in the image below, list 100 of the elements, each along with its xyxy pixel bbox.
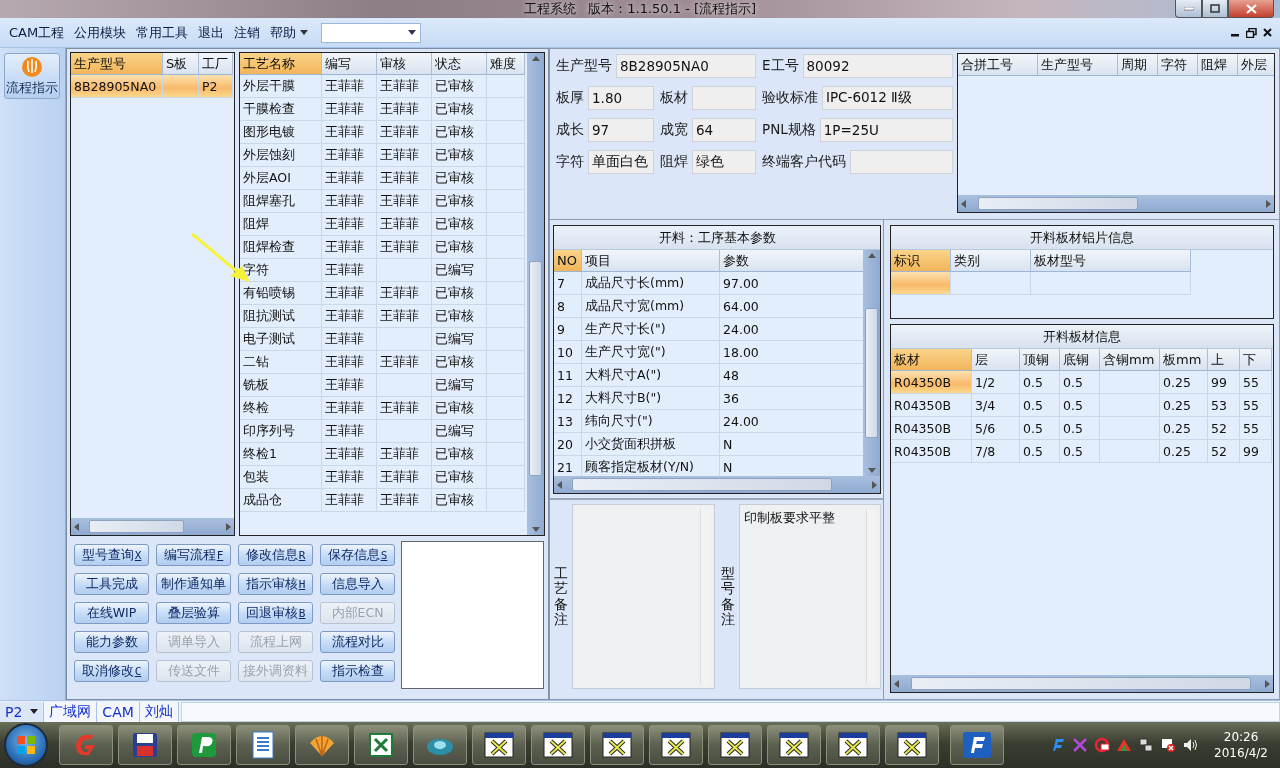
restore-icon[interactable]: [1246, 27, 1257, 38]
column-header[interactable]: 板mm: [1160, 349, 1208, 371]
taskbar-button[interactable]: [708, 725, 762, 765]
column-header[interactable]: 字符: [1158, 54, 1198, 76]
column-header[interactable]: 合拼工号: [958, 54, 1038, 76]
column-header[interactable]: 阻焊: [1198, 54, 1238, 76]
taskbar-button[interactable]: [472, 725, 526, 765]
column-header[interactable]: 外层: [1238, 54, 1274, 76]
sidebar-button[interactable]: 流程指示: [4, 53, 60, 99]
action-button[interactable]: 回退审核B: [238, 602, 313, 624]
input-field[interactable]: 绿色: [692, 150, 756, 174]
taskbar-button[interactable]: [950, 725, 1004, 765]
column-header[interactable]: 上: [1208, 349, 1240, 371]
minimize-button[interactable]: [1175, 0, 1202, 18]
text-area[interactable]: [401, 541, 544, 689]
action-button[interactable]: 保存信息S: [320, 544, 395, 566]
column-header[interactable]: 生产型号: [71, 53, 163, 75]
close-icon[interactable]: [1263, 28, 1272, 37]
action-button[interactable]: 编写流程F: [156, 544, 231, 566]
scrollbar[interactable]: [71, 518, 234, 535]
action-button[interactable]: 在线WIP: [74, 602, 149, 624]
column-header[interactable]: 参数: [720, 250, 863, 272]
input-field[interactable]: [850, 150, 953, 174]
column-header[interactable]: 工艺名称: [240, 53, 322, 75]
taskbar-button[interactable]: [236, 725, 290, 765]
scrollbar[interactable]: [863, 250, 880, 476]
scrollbar[interactable]: [527, 53, 544, 535]
close-button[interactable]: [1228, 0, 1274, 18]
f-tray-icon[interactable]: [1050, 737, 1067, 753]
input-field[interactable]: IPC-6012 Ⅱ级: [822, 86, 953, 110]
input-field[interactable]: [692, 86, 756, 110]
column-header[interactable]: 类别: [951, 250, 1031, 272]
menu-item[interactable]: 常用工具: [131, 23, 194, 42]
column-header[interactable]: 板材型号: [1031, 250, 1191, 272]
action-button[interactable]: 指示检查: [320, 660, 395, 682]
input-field[interactable]: 8B28905NA0: [616, 54, 756, 78]
action-button[interactable]: 流程对比: [320, 631, 395, 653]
input-field[interactable]: 97: [588, 118, 654, 142]
triangle-tray-icon[interactable]: [1116, 737, 1133, 753]
taskbar-button[interactable]: [177, 725, 231, 765]
volume-icon[interactable]: [1182, 737, 1199, 753]
action-button[interactable]: 信息导入: [320, 573, 395, 595]
maximize-button[interactable]: [1202, 0, 1228, 18]
dropdown-caret-icon[interactable]: [408, 30, 417, 35]
menu-item[interactable]: CAM工程: [4, 23, 70, 42]
remark-field[interactable]: [572, 504, 715, 689]
column-header[interactable]: 生产型号: [1038, 54, 1118, 76]
column-header[interactable]: 项目: [582, 250, 720, 272]
caret-icon[interactable]: [30, 709, 39, 714]
input-field[interactable]: 80092: [802, 54, 953, 78]
action-button[interactable]: 修改信息R: [238, 544, 313, 566]
column-header[interactable]: 状态: [432, 53, 487, 75]
menu-item[interactable]: 帮助: [265, 23, 314, 42]
column-header[interactable]: 难度: [487, 53, 525, 75]
action-button[interactable]: 指示审核H: [238, 573, 313, 595]
action-button[interactable]: 型号查询X: [74, 544, 149, 566]
column-header[interactable]: 审核: [377, 53, 432, 75]
taskbar-button[interactable]: [649, 725, 703, 765]
column-header[interactable]: 周期: [1118, 54, 1158, 76]
input-field[interactable]: 单面白色: [588, 150, 654, 174]
taskbar-button[interactable]: [590, 725, 644, 765]
column-header[interactable]: NO: [554, 250, 582, 272]
taskbar-button[interactable]: [354, 725, 408, 765]
clock[interactable]: 20:26 2016/4/2: [1214, 729, 1268, 761]
network-icon[interactable]: [1138, 737, 1155, 753]
caret-icon[interactable]: [300, 30, 309, 35]
column-header[interactable]: 标识: [891, 250, 951, 272]
scrollbar[interactable]: [958, 195, 1274, 212]
taskbar-button[interactable]: [885, 725, 939, 765]
status-dropdown[interactable]: P2: [0, 701, 45, 722]
column-header[interactable]: 顶铜: [1020, 349, 1060, 371]
action-button[interactable]: 能力参数: [74, 631, 149, 653]
menu-item[interactable]: 注销: [229, 23, 266, 42]
column-header[interactable]: 下: [1240, 349, 1272, 371]
remark-field[interactable]: 印制板要求平整: [738, 504, 881, 689]
scrollbar[interactable]: [554, 476, 880, 493]
column-header[interactable]: 板材: [891, 349, 972, 371]
input-field[interactable]: 64: [692, 118, 756, 142]
column-header[interactable]: 含铜mm: [1100, 349, 1160, 371]
action-button[interactable]: 叠层验算: [156, 602, 231, 624]
taskbar-button[interactable]: [767, 725, 821, 765]
action-button[interactable]: 工具完成: [74, 573, 149, 595]
action-button[interactable]: 取消修改C: [74, 660, 149, 682]
scrollbar[interactable]: [891, 675, 1273, 692]
input-field[interactable]: 1.80: [588, 86, 654, 110]
column-header[interactable]: S板: [163, 53, 199, 75]
taskbar-button[interactable]: [118, 725, 172, 765]
column-header[interactable]: 层: [972, 349, 1020, 371]
cross-tray-icon[interactable]: [1072, 737, 1089, 753]
column-header[interactable]: 工厂: [199, 53, 233, 75]
start-button[interactable]: [4, 723, 48, 767]
menu-item[interactable]: 退出: [193, 23, 230, 42]
menu-item[interactable]: 公用模块: [69, 23, 132, 42]
action-button[interactable]: 制作通知单: [156, 573, 231, 595]
column-header[interactable]: 底铜: [1060, 349, 1100, 371]
input-field[interactable]: 1P=25U: [819, 118, 953, 142]
taskbar-button[interactable]: [826, 725, 880, 765]
taskbar-button[interactable]: [413, 725, 467, 765]
column-header[interactable]: 编写: [322, 53, 377, 75]
taskbar-button[interactable]: [531, 725, 585, 765]
